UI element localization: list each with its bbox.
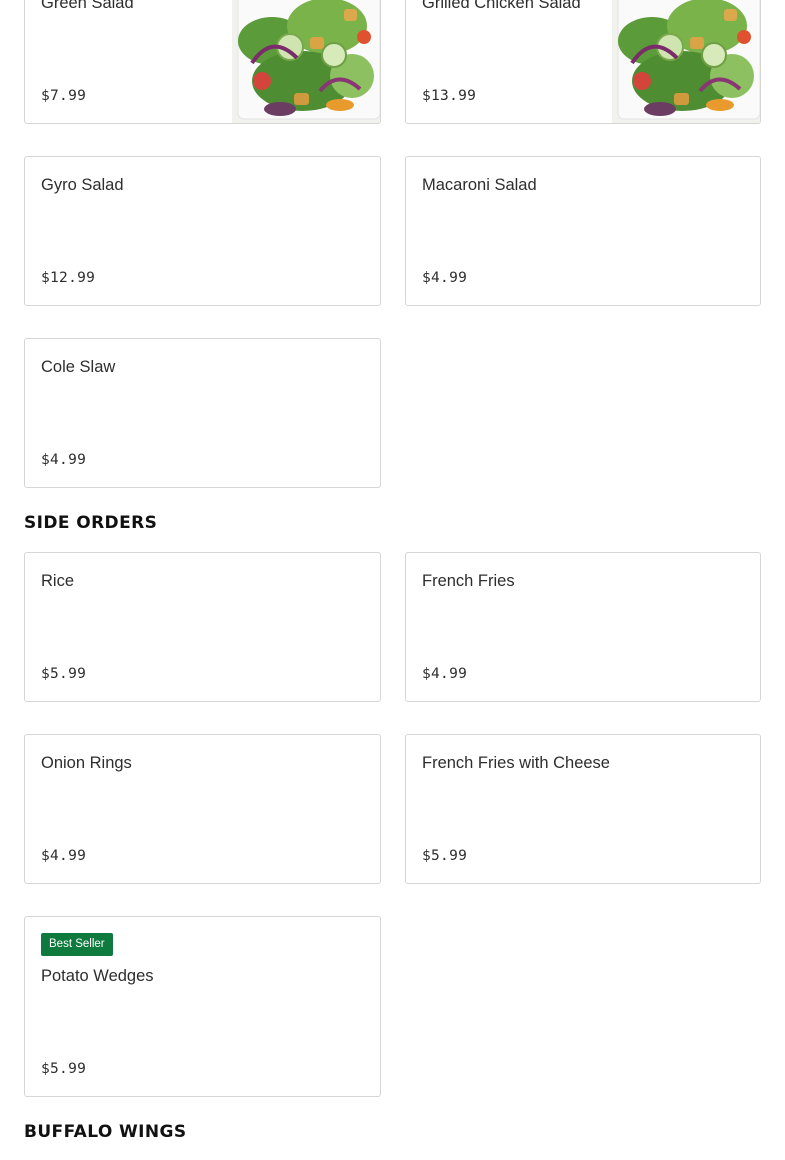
menu-item-price: $13.99	[422, 88, 477, 104]
menu-item-price: $4.99	[422, 666, 468, 682]
section-title-buffalo-wings: BUFFALO WINGS	[24, 1122, 187, 1142]
section-title-side-orders: SIDE ORDERS	[24, 513, 158, 533]
menu-item-price: $5.99	[422, 848, 468, 864]
menu-item-price: $4.99	[422, 270, 468, 286]
menu-item-price: $7.99	[41, 88, 87, 104]
menu-item-price: $12.99	[41, 270, 96, 286]
menu-item-name: French Fries with Cheese	[422, 754, 610, 772]
menu-item-card[interactable]: French Fries with Cheese $5.99	[405, 734, 761, 884]
menu-item-name: Onion Rings	[41, 754, 132, 772]
menu-item-name: Macaroni Salad	[422, 176, 537, 194]
menu-item-card[interactable]: Green Salad $7.99	[24, 0, 381, 124]
menu-item-card[interactable]: French Fries $4.99	[405, 552, 761, 702]
salad-photo	[612, 0, 760, 123]
menu-item-card[interactable]: Cole Slaw $4.99	[24, 338, 381, 488]
menu-item-card[interactable]: Onion Rings $4.99	[24, 734, 381, 884]
menu-item-name: Rice	[41, 572, 75, 590]
menu-item-name: Potato Wedges	[41, 967, 154, 985]
menu-item-name: Grilled Chicken Salad	[422, 0, 581, 12]
menu-item-card[interactable]: Best Seller Potato Wedges $5.99	[24, 916, 381, 1097]
best-seller-badge: Best Seller	[41, 933, 113, 956]
menu-item-card[interactable]: Gyro Salad $12.99	[24, 156, 381, 306]
salad-photo	[232, 0, 380, 123]
menu-item-name: Gyro Salad	[41, 176, 124, 194]
menu-item-card[interactable]: Macaroni Salad $4.99	[405, 156, 761, 306]
menu-item-name: Green Salad	[41, 0, 134, 12]
menu-item-price: $4.99	[41, 848, 87, 864]
menu-item-name: French Fries	[422, 572, 515, 590]
menu-item-price: $4.99	[41, 452, 87, 468]
menu-item-price: $5.99	[41, 1061, 87, 1077]
menu-item-card[interactable]: Rice $5.99	[24, 552, 381, 702]
menu-item-name: Cole Slaw	[41, 358, 116, 376]
menu-item-card[interactable]: Grilled Chicken Salad $13.99	[405, 0, 761, 124]
menu-item-price: $5.99	[41, 666, 87, 682]
